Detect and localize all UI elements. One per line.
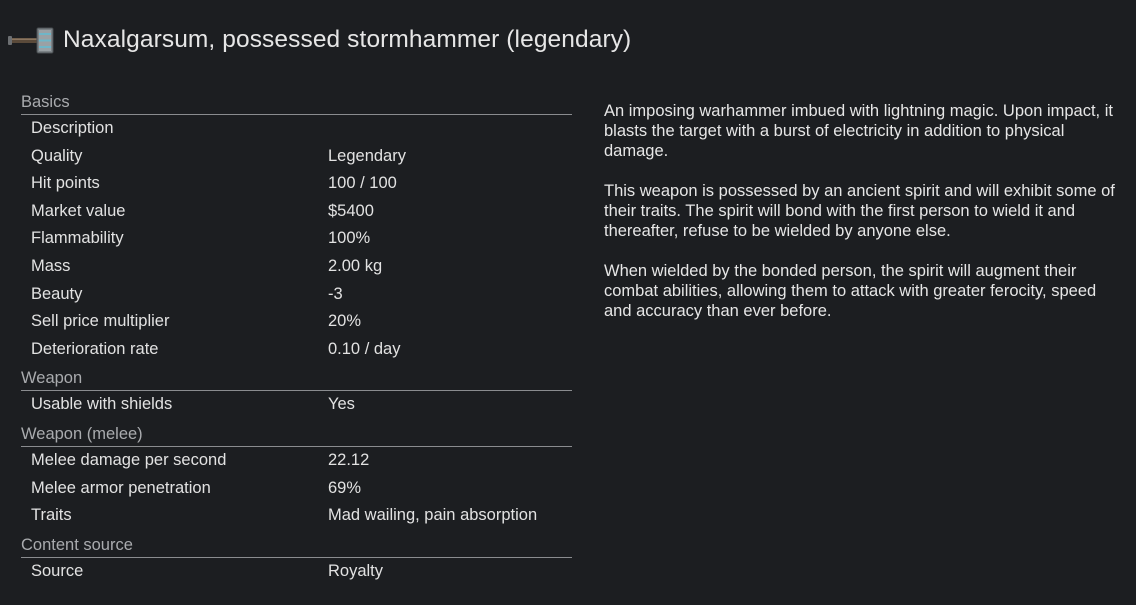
stat-row[interactable]: Melee damage per second 22.12 [21, 447, 572, 475]
stat-value: 69% [328, 478, 362, 497]
stat-row[interactable]: Quality Legendary [21, 143, 572, 171]
stat-section: Content source Source Royalty [21, 533, 572, 586]
stat-value: Yes [328, 395, 355, 414]
stat-row[interactable]: Melee armor penetration 69% [21, 475, 572, 503]
stat-row[interactable]: Mass 2.00 kg [21, 253, 572, 281]
section-header: Weapon [21, 366, 572, 392]
stat-row[interactable]: Source Royalty [21, 558, 572, 586]
stat-row[interactable]: Sell price multiplier 20% [21, 308, 572, 336]
stats-panel: Basics Description Quality Legendary Hit poi… [21, 90, 572, 585]
item-header: Naxalgarsum, possessed stormhammer (lege… [8, 22, 631, 58]
stat-row[interactable]: Usable with shields Yes [21, 391, 572, 419]
stat-row[interactable]: Flammability 100% [21, 225, 572, 253]
stat-label: Flammability [31, 229, 124, 248]
stat-value: 2.00 kg [328, 256, 383, 275]
section-header: Content source [21, 533, 572, 558]
section-header: Basics [21, 90, 572, 115]
stat-value: -3 [328, 284, 343, 303]
stat-section: Weapon Usable with shields Yes [21, 366, 572, 419]
stat-row[interactable]: Traits Mad wailing, pain absorption [21, 502, 572, 530]
section-header: Weapon (melee) [21, 422, 572, 447]
stat-label: Deterioration rate [31, 339, 159, 358]
stat-label: Usable with shields [31, 395, 173, 414]
stat-label: Traits [31, 506, 72, 525]
stat-value: 20% [328, 312, 362, 331]
description-paragraph: When wielded by the bonded person, the s… [604, 262, 1097, 320]
item-description: An imposing warhammer imbued with lightn… [604, 101, 1124, 341]
stat-row[interactable]: Description [21, 115, 572, 143]
stat-value: 100% [328, 229, 371, 248]
stat-label: Hit points [31, 174, 100, 193]
stat-value: Legendary [328, 146, 406, 165]
stat-row[interactable]: Deterioration rate 0.10 / day [21, 336, 572, 364]
stat-label: Beauty [31, 284, 83, 303]
stat-value: 0.10 / day [328, 339, 401, 358]
stat-value: 100 / 100 [328, 174, 397, 193]
stat-label: Melee damage per second [31, 450, 227, 469]
description-paragraph: An imposing warhammer imbued with lightn… [604, 102, 1113, 160]
stat-section: Weapon (melee) Melee damage per second 22.… [21, 422, 572, 530]
stormhammer-icon [8, 27, 54, 54]
stat-label: Mass [31, 256, 71, 275]
stat-label: Quality [31, 146, 83, 165]
stat-row[interactable]: Hit points 100 / 100 [21, 170, 572, 198]
stat-value: $5400 [328, 201, 374, 220]
item-title: Naxalgarsum, possessed stormhammer (lege… [63, 26, 632, 53]
stat-label: Description [31, 119, 114, 137]
stat-label: Source [31, 561, 84, 580]
stat-label: Market value [31, 201, 126, 220]
stat-value: Mad wailing, pain absorption [328, 506, 538, 525]
stat-row[interactable]: Market value $5400 [21, 198, 572, 226]
stat-value: Royalty [328, 561, 384, 580]
stat-label: Melee armor penetration [31, 478, 211, 497]
stat-value: 22.12 [328, 450, 370, 469]
description-paragraph: This weapon is possessed by an ancient s… [604, 182, 1115, 240]
stat-row[interactable]: Beauty -3 [21, 281, 572, 309]
stat-label: Sell price multiplier [31, 312, 170, 331]
stat-section: Basics Description Quality Legendary Hit poi… [21, 90, 572, 363]
